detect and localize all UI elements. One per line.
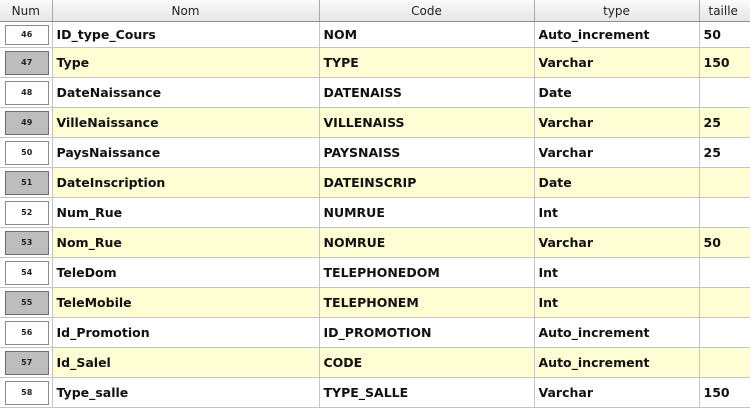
cell-type[interactable]: Int bbox=[534, 197, 700, 228]
row-number-cell[interactable]: 56 bbox=[0, 317, 53, 348]
column-header-taille[interactable]: taille bbox=[699, 0, 750, 22]
cell-code[interactable]: CODE bbox=[319, 347, 535, 378]
cell-code[interactable]: DATEINSCRIP bbox=[319, 167, 535, 198]
row-number-cell[interactable]: 50 bbox=[0, 137, 53, 168]
cell-nom[interactable]: Type bbox=[52, 47, 320, 78]
cell-code[interactable]: NOMRUE bbox=[319, 227, 535, 258]
table-row[interactable]: 54 TeleDom TELEPHONEDOM Int bbox=[0, 257, 750, 288]
column-header-num[interactable]: Num bbox=[0, 0, 53, 22]
row-number[interactable]: 51 bbox=[5, 170, 49, 195]
cell-taille[interactable] bbox=[699, 317, 750, 348]
table-row[interactable]: 58 Type_salle TYPE_SALLE Varchar 150 bbox=[0, 377, 750, 408]
table-row[interactable]: 51 DateInscription DATEINSCRIP Date bbox=[0, 167, 750, 198]
cell-type[interactable]: Varchar bbox=[534, 107, 700, 138]
cell-code[interactable]: VILLENAISS bbox=[319, 107, 535, 138]
cell-code[interactable]: NUMRUE bbox=[319, 197, 535, 228]
cell-type[interactable]: Date bbox=[534, 167, 700, 198]
column-header-type[interactable]: type bbox=[534, 0, 700, 22]
table-row[interactable]: 57 Id_Salel CODE Auto_increment bbox=[0, 347, 750, 378]
cell-code[interactable]: NOM bbox=[319, 21, 535, 48]
cell-taille[interactable] bbox=[699, 347, 750, 378]
cell-nom[interactable]: TeleDom bbox=[52, 257, 320, 288]
cell-nom[interactable]: Id_Promotion bbox=[52, 317, 320, 348]
table-row[interactable]: 56 Id_Promotion ID_PROMOTION Auto_increment bbox=[0, 317, 750, 348]
row-number-cell[interactable]: 49 bbox=[0, 107, 53, 138]
row-number-cell[interactable]: 52 bbox=[0, 197, 53, 228]
cell-code[interactable]: ID_PROMOTION bbox=[319, 317, 535, 348]
row-number[interactable]: 50 bbox=[5, 140, 49, 165]
header-row: Num Nom Code type taille bbox=[0, 0, 750, 22]
row-number-cell[interactable]: 46 bbox=[0, 21, 53, 48]
cell-taille[interactable] bbox=[699, 77, 750, 108]
column-header-code[interactable]: Code bbox=[319, 0, 535, 22]
cell-nom[interactable]: Num_Rue bbox=[52, 197, 320, 228]
table-row[interactable]: 52 Num_Rue NUMRUE Int bbox=[0, 197, 750, 228]
cell-taille[interactable]: 150 bbox=[699, 47, 750, 78]
row-number-cell[interactable]: 48 bbox=[0, 77, 53, 108]
cell-taille[interactable]: 25 bbox=[699, 137, 750, 168]
cell-taille[interactable] bbox=[699, 287, 750, 318]
cell-type[interactable]: Varchar bbox=[534, 377, 700, 408]
cell-type[interactable]: Varchar bbox=[534, 137, 700, 168]
cell-nom[interactable]: DateInscription bbox=[52, 167, 320, 198]
cell-type[interactable]: Int bbox=[534, 257, 700, 288]
row-number[interactable]: 48 bbox=[5, 80, 49, 105]
column-header-nom[interactable]: Nom bbox=[52, 0, 320, 22]
grid-body: 46 ID_type_Cours NOM Auto_increment 50 47 Type… bbox=[0, 21, 750, 408]
row-number-cell[interactable]: 57 bbox=[0, 347, 53, 378]
cell-taille[interactable]: 50 bbox=[699, 21, 750, 48]
cell-code[interactable]: PAYSNAISS bbox=[319, 137, 535, 168]
row-number[interactable]: 58 bbox=[5, 380, 49, 405]
table-row[interactable]: 48 DateNaissance DATENAISS Date bbox=[0, 77, 750, 108]
cell-type[interactable]: Varchar bbox=[534, 47, 700, 78]
table-row[interactable]: 53 Nom_Rue NOMRUE Varchar 50 bbox=[0, 227, 750, 258]
row-number[interactable]: 53 bbox=[5, 230, 49, 255]
cell-type[interactable]: Auto_increment bbox=[534, 21, 700, 48]
cell-taille[interactable]: 25 bbox=[699, 107, 750, 138]
row-number[interactable]: 56 bbox=[5, 320, 49, 345]
cell-code[interactable]: DATENAISS bbox=[319, 77, 535, 108]
cell-type[interactable]: Auto_increment bbox=[534, 347, 700, 378]
row-number[interactable]: 49 bbox=[5, 110, 49, 135]
row-number-cell[interactable]: 51 bbox=[0, 167, 53, 198]
cell-nom[interactable]: DateNaissance bbox=[52, 77, 320, 108]
cell-nom[interactable]: TeleMobile bbox=[52, 287, 320, 318]
cell-code[interactable]: TYPE_SALLE bbox=[319, 377, 535, 408]
cell-type[interactable]: Varchar bbox=[534, 227, 700, 258]
cell-nom[interactable]: VilleNaissance bbox=[52, 107, 320, 138]
cell-nom[interactable]: Type_salle bbox=[52, 377, 320, 408]
row-number[interactable]: 55 bbox=[5, 290, 49, 315]
row-number[interactable]: 47 bbox=[5, 50, 49, 75]
cell-taille[interactable]: 150 bbox=[699, 377, 750, 408]
table-row[interactable]: 46 ID_type_Cours NOM Auto_increment 50 bbox=[0, 21, 750, 48]
cell-type[interactable]: Date bbox=[534, 77, 700, 108]
cell-taille[interactable] bbox=[699, 167, 750, 198]
row-number[interactable]: 57 bbox=[5, 350, 49, 375]
row-number-cell[interactable]: 47 bbox=[0, 47, 53, 78]
cell-nom[interactable]: Id_Salel bbox=[52, 347, 320, 378]
cell-taille[interactable] bbox=[699, 197, 750, 228]
cell-nom[interactable]: PaysNaissance bbox=[52, 137, 320, 168]
table-row[interactable]: 55 TeleMobile TELEPHONEM Int bbox=[0, 287, 750, 318]
row-number[interactable]: 52 bbox=[5, 200, 49, 225]
table-row[interactable]: 50 PaysNaissance PAYSNAISS Varchar 25 bbox=[0, 137, 750, 168]
cell-taille[interactable]: 50 bbox=[699, 227, 750, 258]
row-number[interactable]: 46 bbox=[5, 24, 49, 45]
row-number[interactable]: 54 bbox=[5, 260, 49, 285]
cell-nom[interactable]: Nom_Rue bbox=[52, 227, 320, 258]
row-number-cell[interactable]: 53 bbox=[0, 227, 53, 258]
cell-nom[interactable]: ID_type_Cours bbox=[52, 21, 320, 48]
row-number-cell[interactable]: 54 bbox=[0, 257, 53, 288]
cell-code[interactable]: TYPE bbox=[319, 47, 535, 78]
table-row[interactable]: 47 Type TYPE Varchar 150 bbox=[0, 47, 750, 78]
cell-code[interactable]: TELEPHONEM bbox=[319, 287, 535, 318]
row-number-cell[interactable]: 55 bbox=[0, 287, 53, 318]
cell-taille[interactable] bbox=[699, 257, 750, 288]
cell-code[interactable]: TELEPHONEDOM bbox=[319, 257, 535, 288]
cell-type[interactable]: Int bbox=[534, 287, 700, 318]
data-grid: Num Nom Code type taille 46 ID_type_Cours… bbox=[0, 0, 750, 408]
table-row[interactable]: 49 VilleNaissance VILLENAISS Varchar 25 bbox=[0, 107, 750, 138]
row-number-cell[interactable]: 58 bbox=[0, 377, 53, 408]
cell-type[interactable]: Auto_increment bbox=[534, 317, 700, 348]
